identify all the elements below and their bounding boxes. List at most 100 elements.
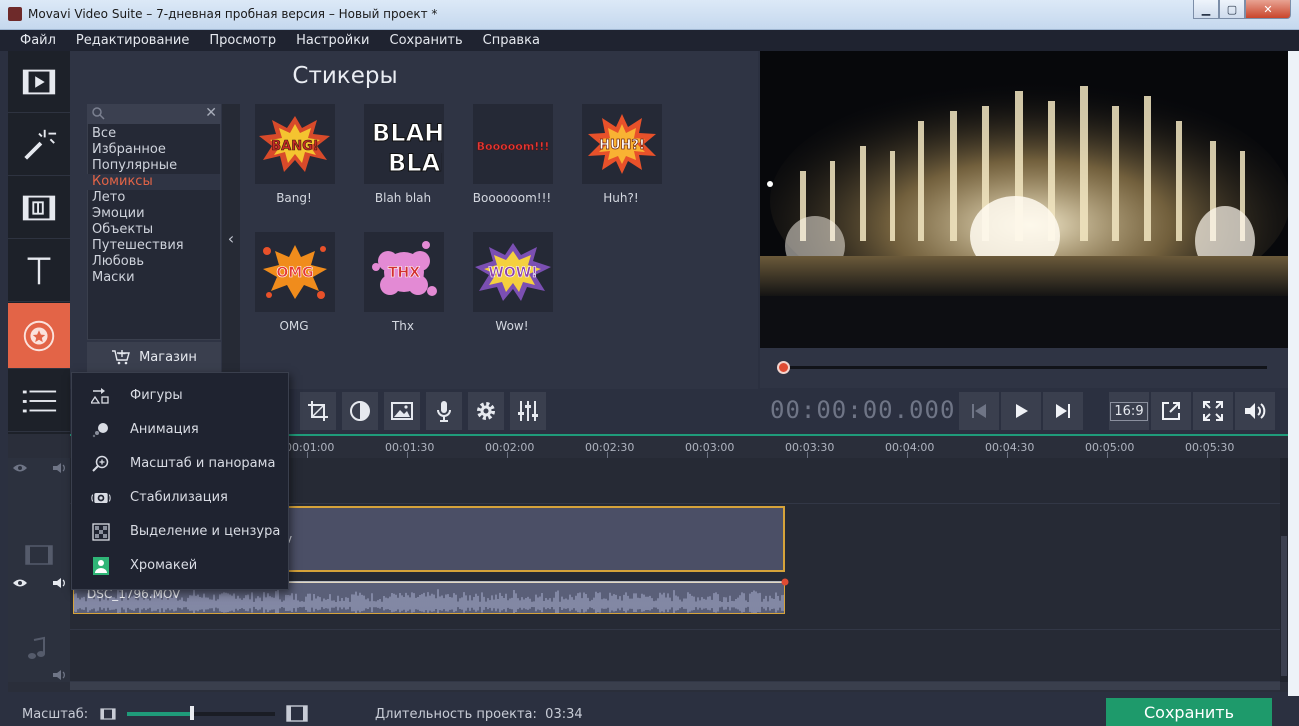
sidebar-item-filters[interactable] [8,114,70,176]
animation-icon [92,423,108,438]
equalizer-button[interactable] [510,392,546,430]
settings-button[interactable] [468,392,504,430]
maximize-button[interactable]: ▢ [1219,0,1245,19]
zoom-pan-icon [92,455,109,472]
shop-label: Магазин [139,349,197,365]
menu-item-shapes[interactable]: Фигуры [72,379,288,413]
shapes-icon [91,388,109,404]
menu-save[interactable]: Сохранить [380,33,473,48]
category-comics[interactable]: Комиксы [87,174,220,190]
settings-icon [477,402,495,420]
minimize-button[interactable]: ▁ [1193,0,1219,19]
close-button[interactable]: ✕ [1245,0,1291,19]
sidebar-item-more-tools[interactable] [8,370,70,432]
clear-search-icon[interactable]: ✕ [205,105,217,121]
scrollbar-thumb[interactable] [1281,536,1287,676]
microphone-icon [437,401,451,422]
category-objects[interactable]: Объекты [92,222,220,238]
video-preview[interactable] [760,51,1288,348]
svg-text:BLAH: BLAH [372,119,442,147]
menu-item-animation[interactable]: Анимация [72,413,288,447]
category-favorites[interactable]: Избранное [92,142,220,158]
svg-text:THX: THX [388,265,420,281]
color-adjust-button[interactable] [342,392,378,430]
search-input[interactable]: ✕ [87,104,221,124]
category-travel[interactable]: Путешествия [92,238,220,254]
project-duration: Длительность проекта: 03:34 [375,707,583,722]
image-button[interactable] [384,392,420,430]
eye-icon[interactable] [12,463,28,473]
timeline-tick-label: 00:02:30 [585,441,635,454]
category-popular[interactable]: Популярные [92,158,220,174]
collapse-panel-button[interactable]: ‹ [222,104,240,372]
sticker-thx[interactable]: THX [364,232,444,312]
previous-frame-button[interactable] [959,392,999,430]
more-tools-icon [22,390,57,412]
menu-item-stabilization[interactable]: Стабилизация [72,481,288,515]
panel-title: Стикеры [292,63,398,89]
scale-slider-knob[interactable] [190,706,195,720]
sticker-bang[interactable]: BANG! [255,104,335,184]
microphone-button[interactable] [426,392,462,430]
category-summer[interactable]: Лето [92,190,220,206]
svg-text:BANG!: BANG! [271,139,318,154]
timeline-vertical-scrollbar[interactable] [1280,458,1288,682]
menu-item-chromakey[interactable]: Хромакей [72,549,288,583]
fullscreen-icon [1203,401,1223,421]
menu-item-label: Анимация [130,422,199,437]
stickers-icon [23,320,55,351]
video-track-controls [8,504,70,630]
speaker-icon[interactable] [52,578,68,588]
sidebar-item-titles[interactable] [8,240,70,302]
menu-settings[interactable]: Настройки [286,33,379,48]
status-bar [0,696,1299,726]
play-button[interactable] [1001,392,1041,430]
category-all[interactable]: Все [92,126,220,142]
sticker-huh[interactable]: HUH?! [582,104,662,184]
window-title: Movavi Video Suite – 7-дневная пробная в… [28,7,438,21]
crop-button[interactable] [300,392,336,430]
fountain-frame-image [760,51,1288,348]
crop-icon [308,401,328,421]
playback-progress-bar[interactable] [783,366,1267,369]
audio-track-controls [8,630,70,682]
speaker-icon[interactable] [52,463,68,473]
menu-item-zoom-pan[interactable]: Масштаб и панорама [72,447,288,481]
volume-button[interactable] [1235,392,1275,430]
detach-player-button[interactable] [1151,392,1191,430]
search-icon [92,107,105,120]
next-frame-button[interactable] [1043,392,1083,430]
category-emotions[interactable]: Эмоции [92,206,220,222]
sticker-boooooom[interactable]: Booooom!!! [473,104,553,184]
aspect-ratio-button[interactable]: 16:9 [1109,392,1149,430]
save-button[interactable]: Сохранить [1106,698,1272,726]
sticker-label: Huh?! [603,191,639,205]
menu-file[interactable]: Файл [10,33,66,48]
titles-icon [27,256,51,284]
menu-item-censor[interactable]: Выделение и цензура [72,515,288,549]
sticker-wow[interactable]: WOW! [473,232,553,312]
svg-text:BLAH: BLAH [388,149,442,177]
sidebar-item-transitions[interactable] [8,177,70,239]
fullscreen-button[interactable] [1193,392,1233,430]
audio-track[interactable] [8,630,1288,682]
category-masks[interactable]: Маски [92,270,220,286]
category-love[interactable]: Любовь [92,254,220,270]
playhead-knob[interactable] [777,361,790,374]
eye-icon[interactable] [12,578,28,588]
shop-button[interactable]: Магазин [87,342,221,372]
menu-edit[interactable]: Редактирование [66,33,199,48]
timeline-horizontal-scrollbar[interactable] [70,682,1280,690]
menu-help[interactable]: Справка [473,33,550,48]
svg-text:Booooom!!!: Booooom!!! [477,140,550,153]
menu-bar: Файл Редактирование Просмотр Настройки С… [0,30,1299,51]
sticker-blah-blah[interactable]: BLAHBLAH [364,104,444,184]
sidebar-item-stickers[interactable] [8,303,70,369]
menu-view[interactable]: Просмотр [199,33,286,48]
zoom-out-icon[interactable] [100,708,116,720]
timeline-tick-label: 00:03:30 [785,441,835,454]
sticker-omg[interactable]: OMG [255,232,335,312]
timeline-tick-label: 00:04:00 [885,441,935,454]
zoom-in-icon[interactable] [286,705,308,722]
speaker-icon[interactable] [52,670,68,680]
